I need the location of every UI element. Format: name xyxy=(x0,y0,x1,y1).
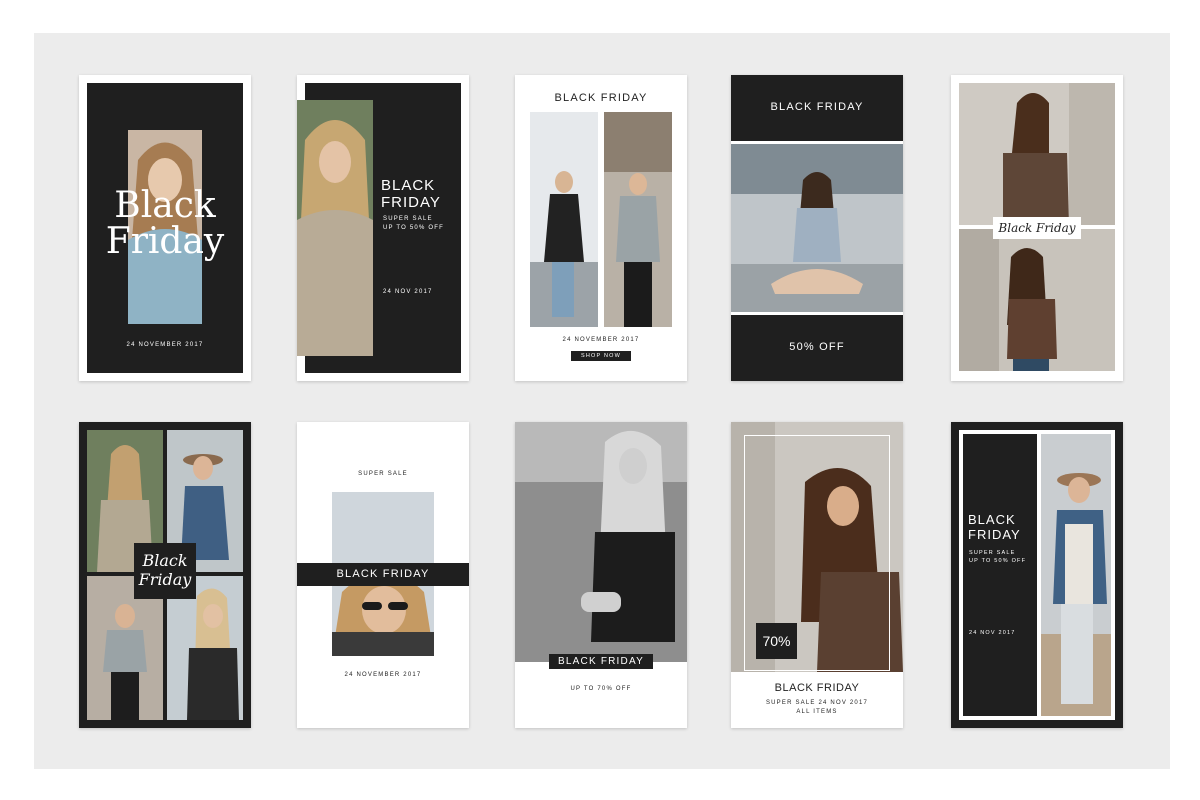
headline: BLACK FRIDAY xyxy=(770,101,864,113)
sub-text-1: SUPER SALE xyxy=(383,216,433,222)
story-card-6[interactable]: Black Friday xyxy=(79,422,251,728)
sub-text-2: UP TO 50% OFF xyxy=(383,225,444,231)
headline-line2: FRIDAY xyxy=(968,527,1021,542)
story-card-10[interactable]: BLACK FRIDAY SUPER SALE UP TO 50% OFF 24… xyxy=(951,422,1123,728)
date-text: 24 NOVEMBER 2017 xyxy=(562,337,640,343)
story-card-3[interactable]: BLACK FRIDAY 24 NOVEMBER 2017 SHOP NOW xyxy=(515,75,687,381)
story-card-9[interactable]: 70% BLACK FRIDAY SUPER SALE 24 NOV 2017 … xyxy=(731,422,903,728)
model-photo-bottom xyxy=(959,229,1115,371)
headline: BLACK FRIDAY xyxy=(774,682,860,694)
model-photo-right xyxy=(604,112,672,327)
sub-text: UP TO 70% OFF xyxy=(570,686,632,692)
story-card-5[interactable]: Black Friday xyxy=(951,75,1123,381)
sub-text-1: SUPER SALE xyxy=(969,550,1016,556)
sub-text-2: ALL ITEMS xyxy=(796,709,838,715)
template-grid: Black Friday 24 NOVEMBER 2017 BLACK FRID… xyxy=(34,33,1170,769)
model-photo xyxy=(1041,434,1111,716)
headline-line1: BLACK xyxy=(381,177,436,194)
date-text: 24 NOVEMBER 2017 xyxy=(344,672,422,678)
headline: BLACK FRIDAY xyxy=(554,92,648,104)
date-text: 24 NOV 2017 xyxy=(383,289,433,295)
model-photo-left xyxy=(530,112,598,327)
story-card-7[interactable]: SUPER SALE BLACK FRIDAY 24 NOVEMBER 2017 xyxy=(297,422,469,728)
top-text: SUPER SALE xyxy=(358,471,408,477)
date-text: 24 NOVEMBER 2017 xyxy=(126,342,204,348)
discount-badge: 70% xyxy=(756,623,797,659)
headline-line1: Black xyxy=(114,185,216,226)
model-photo xyxy=(297,100,373,356)
sub-text-1: SUPER SALE 24 NOV 2017 xyxy=(765,700,869,706)
model-photo-top xyxy=(959,83,1115,225)
label-line2: Friday xyxy=(138,570,192,589)
headline-line2: FRIDAY xyxy=(381,194,441,211)
headline-line2: Friday xyxy=(105,221,225,262)
model-photo xyxy=(515,422,687,662)
sub-text-2: UP TO 50% OFF xyxy=(969,558,1027,564)
label-line1: Black xyxy=(142,551,188,570)
story-card-8[interactable]: BLACK FRIDAY UP TO 70% OFF xyxy=(515,422,687,728)
story-card-2[interactable]: BLACK FRIDAY SUPER SALE UP TO 50% OFF 24… xyxy=(297,75,469,381)
model-photo xyxy=(731,141,903,315)
label-badge: Black Friday xyxy=(993,217,1081,239)
offer-text: 50% OFF xyxy=(789,341,845,353)
band-label: BLACK FRIDAY xyxy=(297,563,469,586)
story-card-1[interactable]: Black Friday 24 NOVEMBER 2017 xyxy=(79,75,251,381)
band-label: BLACK FRIDAY xyxy=(549,654,653,669)
shop-now-button[interactable]: SHOP NOW xyxy=(571,351,631,361)
date-text: 24 NOV 2017 xyxy=(969,630,1016,636)
story-card-4[interactable]: BLACK FRIDAY 50% OFF xyxy=(731,75,903,381)
headline-line1: BLACK xyxy=(968,512,1016,527)
